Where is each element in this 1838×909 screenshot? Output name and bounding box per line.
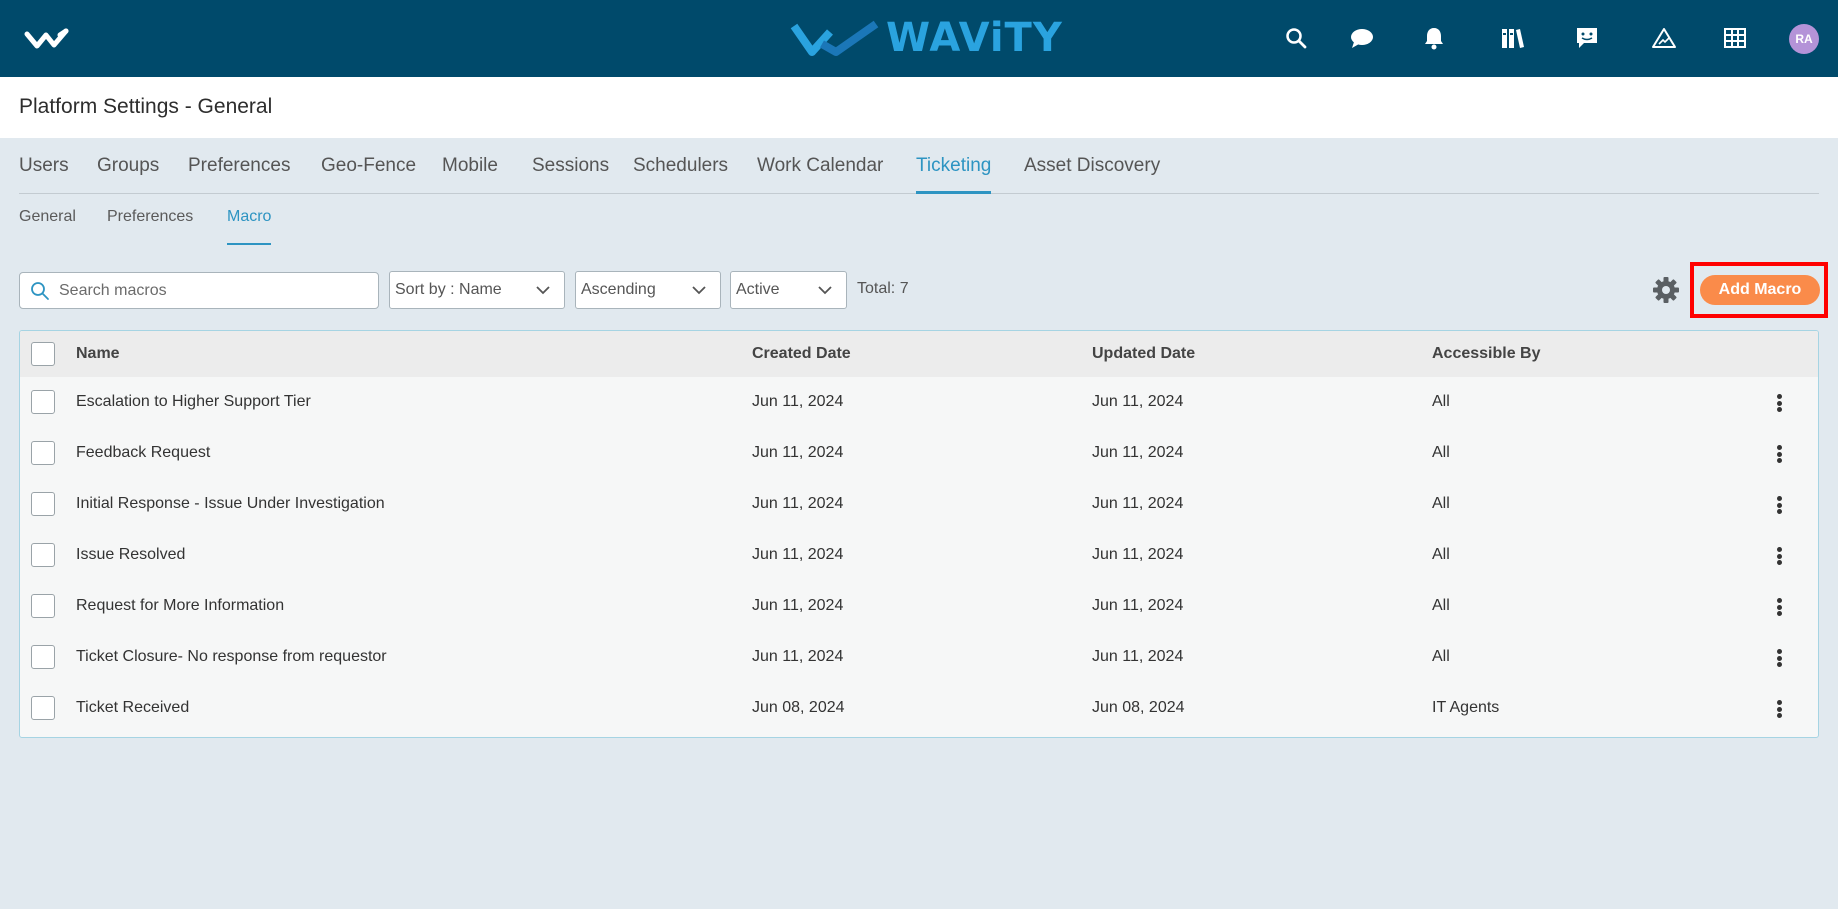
row-created-date: Jun 11, 2024 — [752, 444, 844, 461]
chevron-down-icon — [536, 286, 550, 295]
row-checkbox[interactable] — [31, 441, 55, 465]
row-name[interactable]: Issue Resolved — [76, 546, 185, 564]
header-updated-date[interactable]: Updated Date — [1092, 345, 1195, 363]
user-avatar[interactable]: RA — [1789, 24, 1819, 54]
subtab-macro[interactable]: Macro — [227, 208, 272, 245]
search-icon[interactable] — [1280, 22, 1312, 54]
subtab-general[interactable]: General — [19, 208, 76, 245]
row-more-options-icon[interactable] — [1769, 697, 1789, 721]
top-bar: WAViTY RA — [0, 0, 1838, 77]
tab-sessions[interactable]: Sessions — [532, 155, 609, 194]
main-tabs: Users Groups Preferences Geo-Fence Mobil… — [19, 138, 1819, 194]
sort-by-value: Sort by : Name — [395, 281, 502, 298]
row-accessible-by: All — [1432, 648, 1450, 665]
tab-mobile[interactable]: Mobile — [442, 155, 498, 194]
row-name[interactable]: Ticket Received — [76, 699, 189, 717]
row-created-date: Jun 11, 2024 — [752, 495, 844, 512]
row-name[interactable]: Request for More Information — [76, 597, 284, 615]
header-accessible-by[interactable]: Accessible By — [1432, 345, 1541, 363]
chat-icon[interactable] — [1346, 22, 1378, 54]
row-checkbox[interactable] — [31, 594, 55, 618]
table-row[interactable]: Initial Response - Issue Under Investiga… — [20, 479, 1818, 530]
subtab-preferences[interactable]: Preferences — [107, 208, 193, 245]
page-title: Platform Settings - General — [19, 95, 273, 118]
feedback-icon[interactable] — [1571, 22, 1603, 54]
row-more-options-icon[interactable] — [1769, 391, 1789, 415]
row-created-date: Jun 11, 2024 — [752, 393, 844, 410]
table-row[interactable]: Feedback Request Jun 11, 2024 Jun 11, 20… — [20, 428, 1818, 479]
table-row[interactable]: Escalation to Higher Support Tier Jun 11… — [20, 377, 1818, 428]
table-row[interactable]: Request for More Information Jun 11, 202… — [20, 581, 1818, 632]
row-name[interactable]: Initial Response - Issue Under Investiga… — [76, 495, 385, 513]
row-created-date: Jun 08, 2024 — [752, 699, 845, 716]
row-more-options-icon[interactable] — [1769, 544, 1789, 568]
bell-icon[interactable] — [1418, 22, 1450, 54]
macro-table: Name Created Date Updated Date Accessibl… — [19, 330, 1819, 738]
order-value: Ascending — [581, 281, 656, 298]
table-row[interactable]: Ticket Received Jun 08, 2024 Jun 08, 202… — [20, 683, 1818, 734]
row-updated-date: Jun 11, 2024 — [1092, 648, 1184, 665]
table-header: Name Created Date Updated Date Accessibl… — [20, 331, 1818, 377]
search-box — [19, 272, 379, 309]
search-input[interactable] — [59, 273, 369, 308]
chevron-down-icon — [692, 286, 706, 295]
add-macro-button[interactable]: Add Macro — [1700, 275, 1820, 305]
row-created-date: Jun 11, 2024 — [752, 648, 844, 665]
tab-geo-fence[interactable]: Geo-Fence — [321, 155, 416, 194]
row-updated-date: Jun 11, 2024 — [1092, 546, 1184, 563]
tab-groups[interactable]: Groups — [97, 155, 159, 194]
grid-icon[interactable] — [1719, 22, 1751, 54]
books-icon[interactable] — [1497, 22, 1529, 54]
total-count: Total: 7 — [857, 280, 909, 297]
tab-schedulers[interactable]: Schedulers — [633, 155, 728, 194]
row-checkbox[interactable] — [31, 645, 55, 669]
status-select[interactable]: Active — [730, 271, 847, 309]
search-icon — [31, 282, 49, 300]
sort-by-select[interactable]: Sort by : Name — [389, 271, 565, 309]
row-accessible-by: IT Agents — [1432, 699, 1500, 716]
row-accessible-by: All — [1432, 393, 1450, 410]
row-checkbox[interactable] — [31, 696, 55, 720]
header-created-date[interactable]: Created Date — [752, 345, 851, 363]
gear-icon[interactable] — [1652, 276, 1680, 304]
row-updated-date: Jun 11, 2024 — [1092, 597, 1184, 614]
row-accessible-by: All — [1432, 597, 1450, 614]
row-name[interactable]: Ticket Closure- No response from request… — [76, 648, 387, 666]
tab-ticketing[interactable]: Ticketing — [916, 155, 992, 194]
row-checkbox[interactable] — [31, 492, 55, 516]
row-updated-date: Jun 11, 2024 — [1092, 444, 1184, 461]
row-more-options-icon[interactable] — [1769, 493, 1789, 517]
row-updated-date: Jun 11, 2024 — [1092, 393, 1184, 410]
row-name[interactable]: Escalation to Higher Support Tier — [76, 393, 311, 411]
row-created-date: Jun 11, 2024 — [752, 597, 844, 614]
status-value: Active — [736, 281, 780, 298]
row-more-options-icon[interactable] — [1769, 595, 1789, 619]
order-select[interactable]: Ascending — [575, 271, 721, 309]
row-accessible-by: All — [1432, 444, 1450, 461]
table-row[interactable]: Ticket Closure- No response from request… — [20, 632, 1818, 683]
row-updated-date: Jun 08, 2024 — [1092, 699, 1185, 716]
row-accessible-by: All — [1432, 546, 1450, 563]
row-checkbox[interactable] — [31, 390, 55, 414]
tab-work-calendar[interactable]: Work Calendar — [757, 155, 883, 194]
row-checkbox[interactable] — [31, 543, 55, 567]
chevron-down-icon — [818, 286, 832, 295]
title-bar: Platform Settings - General — [0, 77, 1838, 138]
table-row[interactable]: Issue Resolved Jun 11, 2024 Jun 11, 2024… — [20, 530, 1818, 581]
tab-preferences[interactable]: Preferences — [188, 155, 290, 194]
tab-users[interactable]: Users — [19, 155, 69, 194]
select-all-checkbox[interactable] — [31, 342, 55, 366]
row-created-date: Jun 11, 2024 — [752, 546, 844, 563]
row-name[interactable]: Feedback Request — [76, 444, 210, 462]
row-updated-date: Jun 11, 2024 — [1092, 495, 1184, 512]
header-name[interactable]: Name — [76, 345, 120, 363]
tab-asset-discovery[interactable]: Asset Discovery — [1024, 155, 1160, 194]
row-accessible-by: All — [1432, 495, 1450, 512]
alert-icon[interactable] — [1648, 22, 1680, 54]
row-more-options-icon[interactable] — [1769, 442, 1789, 466]
row-more-options-icon[interactable] — [1769, 646, 1789, 670]
